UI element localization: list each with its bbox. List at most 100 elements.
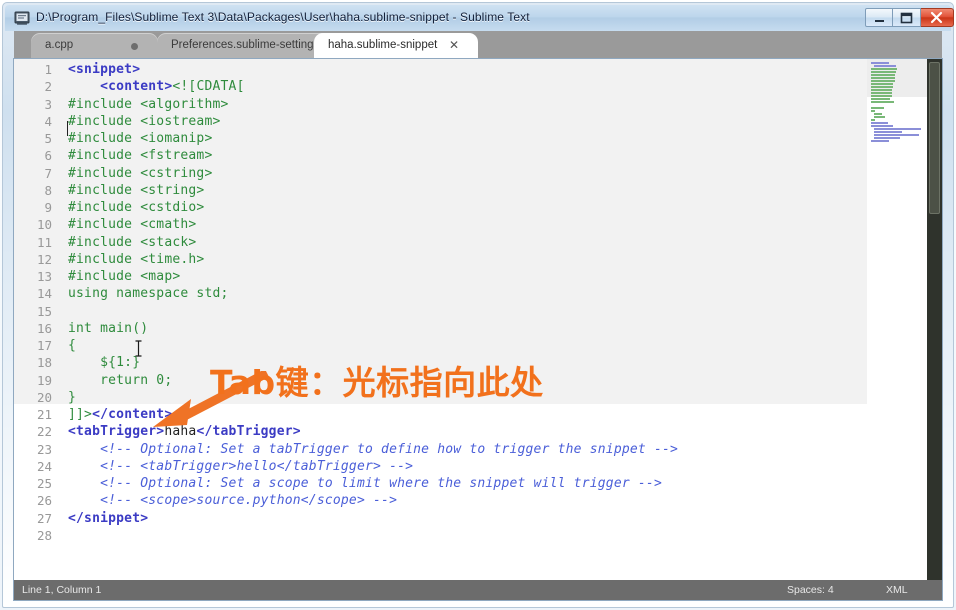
code-token: #include <cstring>	[68, 165, 213, 181]
code-line[interactable]: #include <cstring>	[68, 166, 212, 181]
code-line[interactable]: }	[68, 390, 76, 405]
code-view[interactable]: 1 2 3 4 5 6 7 8 9 10 11 12 13 14 15 16 17 18 19 20 21 22 23 24 2…	[14, 59, 867, 580]
code-token: </snippet>	[68, 510, 149, 526]
code-token: using namespace std;	[68, 286, 229, 302]
line-number: 25	[36, 476, 52, 491]
code-token: <!-- <tabTrigger>hello</tabTrigger> -->	[100, 458, 414, 474]
code-line[interactable]: using namespace std;	[68, 286, 229, 301]
status-bar: Line 1, Column 1 Spaces: 4 XML	[14, 580, 942, 600]
code-line[interactable]: #include <cmath>	[68, 217, 196, 232]
code-token: int main()	[68, 320, 149, 336]
code-line[interactable]: #include <iostream>	[68, 114, 221, 129]
line-number: 8	[44, 182, 52, 198]
tab-close-icon[interactable]: ✕	[449, 39, 459, 51]
tab-label: a.cpp	[45, 39, 74, 51]
code-line[interactable]: <tabTrigger>haha</tabTrigger>	[68, 424, 301, 439]
line-number: 22	[36, 424, 52, 440]
title-bar[interactable]: D:\Program_Files\Sublime Text 3\Data\Pac…	[5, 5, 954, 31]
code-token: <content>	[100, 79, 173, 95]
line-number: 26	[36, 493, 52, 509]
line-number: 20	[36, 389, 52, 405]
line-number: 24	[36, 458, 52, 474]
line-number: 9	[44, 200, 52, 215]
tab-a-cpp[interactable]: a.cpp	[31, 33, 158, 59]
unsaved-dot-icon[interactable]	[131, 43, 138, 50]
code-line[interactable]: ${1:}	[68, 355, 140, 370]
code-token: haha	[164, 424, 197, 440]
code-token: <!-- Optional: Set a tabTrigger to defin…	[100, 441, 679, 457]
line-number-gutter: 1 2 3 4 5 6 7 8 9 10 11 12 13 14 15 16 17 18 19 20 21 22 23 24 2…	[14, 59, 59, 580]
code-token: }	[68, 389, 77, 405]
code-line[interactable]: #include <cstdio>	[68, 200, 204, 215]
sublime-text-icon	[14, 10, 30, 26]
line-number: 11	[36, 234, 52, 250]
minimap[interactable]	[867, 59, 927, 580]
code-token: <![CDATA[	[172, 79, 245, 95]
line-number: 17	[36, 338, 52, 353]
code-line[interactable]: <!-- <tabTrigger>hello</tabTrigger> -->	[68, 459, 413, 474]
code-line[interactable]	[68, 304, 76, 319]
code-token: <!-- Optional: Set a scope to limit wher…	[100, 476, 662, 491]
code-line[interactable]: <!-- Optional: Set a tabTrigger to defin…	[68, 442, 678, 457]
code-token: #include <string>	[68, 182, 205, 198]
code-line[interactable]: <!-- <scope>source.python</scope> -->	[68, 493, 397, 508]
code-token: #include <stack>	[68, 234, 197, 250]
tab-strip: a.cpp Preferences.sublime-settings ✕ hah…	[14, 31, 942, 59]
code-line[interactable]: int main()	[68, 321, 148, 336]
code-line[interactable]: #include <map>	[68, 269, 180, 284]
line-number: 12	[36, 251, 52, 267]
window-title: D:\Program_Files\Sublime Text 3\Data\Pac…	[36, 10, 530, 24]
code-line[interactable]: #include <time.h>	[68, 252, 204, 267]
code-token: ]]>	[68, 407, 93, 422]
code-line[interactable]: #include <string>	[68, 183, 204, 198]
code-line[interactable]: {	[68, 338, 76, 353]
status-indentation[interactable]: Spaces: 4	[787, 584, 834, 596]
code-line[interactable]: #include <iomanip>	[68, 131, 212, 146]
line-number: 13	[36, 269, 52, 284]
line-number: 28	[36, 527, 52, 543]
line-number: 16	[36, 320, 52, 336]
line-number: 21	[36, 407, 52, 422]
line-number: 15	[36, 303, 52, 319]
minimize-button[interactable]	[865, 8, 893, 27]
code-line[interactable]: <snippet>	[68, 62, 140, 77]
line-number: 7	[44, 165, 52, 181]
code-token: #include <iostream>	[68, 113, 221, 129]
code-token: #include <fstream>	[68, 148, 213, 164]
code-line[interactable]: <!-- Optional: Set a scope to limit wher…	[68, 476, 662, 491]
mouse-ibeam-cursor	[135, 340, 142, 357]
line-number: 5	[44, 131, 52, 146]
vertical-scrollbar-thumb[interactable]	[929, 62, 940, 214]
code-token: #include <algorithm>	[68, 96, 229, 112]
line-number: 10	[36, 217, 52, 233]
line-number: 14	[36, 286, 52, 302]
code-line[interactable]: #include <fstream>	[68, 148, 212, 163]
code-line[interactable]: #include <algorithm>	[68, 97, 229, 112]
annotation-label: Tab键：光标指向此处	[210, 363, 544, 402]
line-number: 19	[36, 372, 52, 388]
maximize-button[interactable]	[893, 8, 921, 27]
code-line[interactable]: <content><![CDATA[	[68, 79, 245, 94]
status-syntax-mode[interactable]: XML	[886, 584, 908, 596]
code-token: {	[68, 338, 77, 353]
close-button[interactable]	[921, 8, 954, 27]
line-number: 6	[44, 148, 52, 164]
code-token: <!-- <scope>source.python</scope> -->	[100, 493, 398, 509]
code-token: #include <map>	[68, 269, 181, 284]
code-line[interactable]: ]]></content>	[68, 407, 172, 422]
line-number: 27	[36, 510, 52, 526]
code-line[interactable]: return 0;	[68, 373, 172, 388]
code-token: </content>	[92, 407, 173, 422]
code-line[interactable]: #include <stack>	[68, 235, 196, 250]
code-token: <snippet>	[68, 62, 141, 77]
code-token: ${1:}	[68, 355, 141, 371]
code-editor[interactable]: 1 2 3 4 5 6 7 8 9 10 11 12 13 14 15 16 17 18 19 20 21 22 23 24 2…	[14, 59, 942, 580]
code-line[interactable]	[68, 528, 76, 543]
code-line[interactable]: </snippet>	[68, 511, 148, 526]
tab-haha-sublime-snippet[interactable]: haha.sublime-snippet ✕	[314, 33, 478, 59]
